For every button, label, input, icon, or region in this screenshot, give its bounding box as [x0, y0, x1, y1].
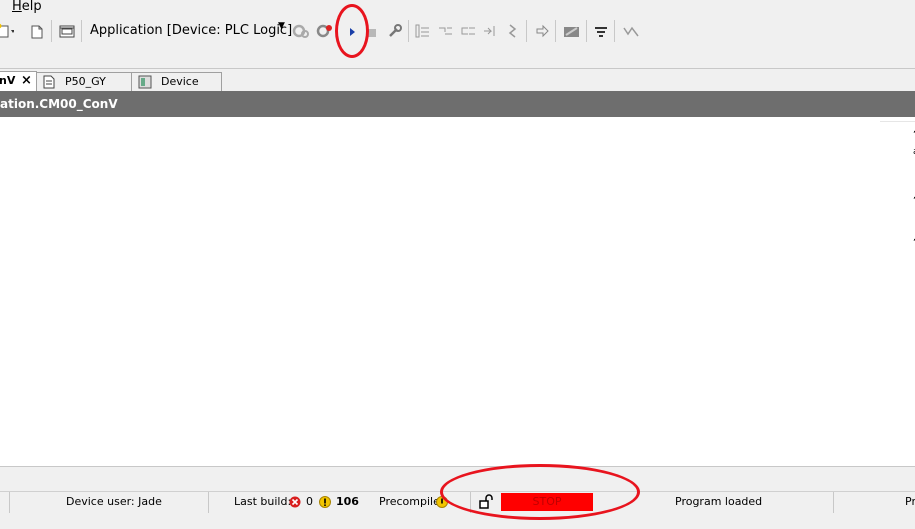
close-icon[interactable]: ×: [21, 72, 32, 90]
toolbar-separator: [614, 20, 615, 42]
tab-label: nV: [0, 74, 16, 87]
warning-count[interactable]: 106: [336, 495, 359, 508]
status-separator: [833, 492, 834, 513]
toolbar-separator: [51, 20, 52, 42]
lock-icon[interactable]: [478, 494, 494, 513]
editor-tab-strip: nV × P50_GY Device: [0, 68, 915, 92]
toolbar-separator: [81, 20, 82, 42]
bottom-panel: [0, 466, 915, 492]
step-into-icon[interactable]: [436, 22, 454, 40]
device-user: Device user: Jade: [66, 495, 162, 508]
editor-title-bar: ation.CM00_ConV: [0, 91, 915, 117]
step-out-icon[interactable]: [459, 22, 477, 40]
start-icon[interactable]: [343, 22, 361, 40]
open-icon[interactable]: [28, 22, 46, 40]
status-separator: [470, 492, 471, 513]
write-values-icon[interactable]: [592, 22, 610, 40]
step-over-icon[interactable]: [413, 22, 431, 40]
toolbar-separator: [555, 20, 556, 42]
toolbar-separator: [408, 20, 409, 42]
debug-icon[interactable]: [622, 22, 640, 40]
menu-help-label: elp: [21, 0, 42, 14]
stop-icon[interactable]: [362, 22, 380, 40]
build-icon[interactable]: [292, 22, 310, 40]
rebuild-icon[interactable]: [316, 22, 334, 40]
menu-bar: Help: [0, 0, 915, 16]
editor-title: ation.CM00_ConV: [0, 97, 118, 111]
plc-state-badge: STOP: [501, 493, 593, 511]
status-separator: [9, 492, 10, 513]
tab-label: Device: [161, 75, 199, 88]
device-config-icon[interactable]: [58, 22, 76, 40]
tab-device[interactable]: Device: [131, 72, 222, 91]
error-icon[interactable]: [289, 496, 301, 511]
tab-p50-gy[interactable]: P50_GY: [36, 72, 132, 91]
error-count[interactable]: 0: [306, 495, 313, 508]
toolbar-separator: [586, 20, 587, 42]
status-separator: [208, 492, 209, 513]
run-to-cursor-icon[interactable]: [482, 22, 500, 40]
last-build-label: Last build:: [234, 495, 292, 508]
reset-icon[interactable]: [386, 22, 404, 40]
application-combo[interactable]: Application [Device: PLC Logic]: [86, 20, 294, 42]
new-file-icon[interactable]: [0, 22, 14, 40]
editor-area[interactable]: , a , ,: [0, 117, 915, 466]
next-statement-icon[interactable]: [533, 22, 551, 40]
menu-help[interactable]: Help: [12, 0, 42, 14]
status-trailing: Pr: [905, 495, 915, 508]
status-bar: Device user: Jade Last build: 0 106 Prec…: [0, 491, 915, 513]
toolbar-separator: [526, 20, 527, 42]
breakpoint-icon[interactable]: [504, 22, 522, 40]
tab-label: P50_GY: [65, 75, 106, 88]
precompile-status-icon[interactable]: [436, 496, 448, 511]
toolbar: Application [Device: PLC Logic] ▼: [0, 16, 915, 46]
force-icon[interactable]: [563, 22, 581, 40]
program-state: Program loaded: [675, 495, 763, 508]
menu-help-mnemonic: H: [12, 0, 22, 14]
tab-cm00-conv[interactable]: nV ×: [0, 71, 37, 92]
warning-icon[interactable]: [319, 496, 331, 511]
chevron-down-icon[interactable]: ▼: [278, 21, 285, 31]
precompile-label: Precompile: [379, 495, 440, 508]
divider: [880, 121, 915, 122]
